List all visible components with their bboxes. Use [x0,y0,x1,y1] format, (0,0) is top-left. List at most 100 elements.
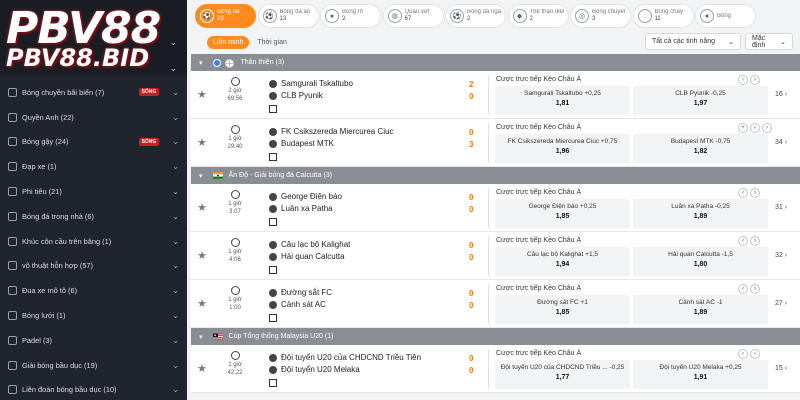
chevron-down-icon[interactable]: ⌄ [169,37,177,48]
chevron-down-icon[interactable]: ⌄ [172,212,179,221]
odds-button-away[interactable]: Budapest MTK -0,75 1,82 [633,134,768,163]
sidebar-item[interactable]: Khúc côn cầu trên băng (1) ⌄ [0,229,187,254]
tab-time[interactable]: Thời gian [251,36,293,49]
chevron-down-icon[interactable]: ⌄ [172,311,179,320]
sort-select[interactable]: Mặc định ⌄ [745,33,793,50]
chevron-down-icon[interactable]: ⌄ [172,162,179,171]
star-icon[interactable]: ★ [197,136,207,149]
feature-filter-select[interactable]: Tất cả các tỉnh năng ⌄ [645,33,741,50]
sidebar-item[interactable]: Bóng lưới (1) ⌄ [0,303,187,328]
more-markets-link[interactable]: 32 › [775,252,787,259]
chevron-down-icon[interactable]: ⌄ [172,361,179,370]
home-team[interactable]: Samgurali Tskaltubo [269,79,353,88]
sidebar-item[interactable]: Bóng chuyền bãi biển (7) SỐNG ⌄ [0,80,187,105]
sport-tab[interactable]: ◆Thể thao điện tử2 [507,4,569,28]
chevron-down-icon[interactable]: ▾ [199,333,203,341]
odds-button-home[interactable]: Đội tuyển U20 của CHDCND Triều ... -0,25… [495,360,630,389]
chevron-right-icon[interactable]: › [750,75,760,85]
chevron-down-icon[interactable]: ▾ [199,59,203,67]
home-team[interactable]: FK Csikszereda Miercurea Ciuc [269,127,393,136]
chevron-left-icon[interactable]: ‹ [738,349,748,359]
star-icon[interactable]: ★ [197,297,207,310]
sport-tab[interactable]: ◌ Bóng chày 11 [632,4,694,28]
odds-button-away[interactable]: CLB Pyunik -0,25 1,97 [633,86,768,115]
odds-button-home[interactable]: FK Csikszereda Miercurea Ciuc +0,75 1,96 [495,134,630,163]
home-team[interactable]: George Điện báo [269,192,342,201]
chevron-right-icon[interactable]: › [762,123,772,133]
more-markets-link[interactable]: 15 › [775,365,787,372]
chevron-down-icon[interactable]: ⌄ [172,336,179,345]
chevron-left-icon[interactable]: ‹ [738,75,748,85]
odds-button-home[interactable]: Đường sắt FC +1 1,85 [495,295,630,324]
home-team[interactable]: Đường sắt FC [269,288,332,297]
chevron-down-icon[interactable]: ⌄ [172,113,179,122]
more-markets-link[interactable]: 16 › [775,91,787,98]
sidebar-item[interactable]: Bóng đá trong nhà (6) ⌄ [0,204,187,229]
sport-tab[interactable]: ⚽ Bóng đá 29 [195,4,256,28]
stats-icon[interactable] [269,379,277,387]
sidebar-item[interactable]: Padel (3) ⌄ [0,328,187,353]
away-team[interactable]: Hải quan Calcutta [269,252,345,261]
sport-tab[interactable]: ● Bóng [695,4,756,28]
away-team[interactable]: CLB Pyunik [269,91,323,100]
league-header[interactable]: ▾ Ấn Độ - Giải bóng đá Calcutta (3) [191,167,800,184]
tab-league[interactable]: Liên minh [207,36,250,49]
sport-tab[interactable]: ◎ Bóng chuyền 3 [570,4,631,28]
odds-button-home[interactable]: Samgurali Tskaltubo +0,25 1,81 [495,86,630,115]
chevron-right-icon[interactable]: › [750,188,760,198]
chevron-down-icon[interactable]: ⌄ [172,137,179,146]
league-header[interactable]: ▾ Cúp Tổng thống Malaysia U20 (1) [191,328,800,345]
odds-button-away[interactable]: Luân xa Patha -0,25 1,89 [633,199,768,228]
stats-icon[interactable] [269,153,277,161]
sidebar-item[interactable]: Đua xe mô tô (6) ⌄ [0,278,187,303]
more-markets-link[interactable]: 31 › [775,204,787,211]
sport-tab[interactable]: ⚽ Bóng đá ảo 13 [257,4,319,28]
stats-icon[interactable] [269,314,277,322]
star-icon[interactable]: ★ [197,201,207,214]
plus-icon[interactable]: + [738,123,748,133]
stats-icon[interactable] [269,266,277,274]
sidebar-item[interactable]: Liên đoàn bóng bầu dục (10) ⌄ [0,378,187,400]
odds-button-away[interactable]: Hải quan Calcutta -1,5 1,80 [633,247,768,276]
chevron-down-icon[interactable]: ⌄ [172,88,179,97]
star-icon[interactable]: ★ [197,88,207,101]
chevron-down-icon[interactable]: ⌄ [172,237,179,246]
chevron-down-icon[interactable]: ▾ [199,172,203,180]
away-team[interactable]: Budapest MTK [269,139,334,148]
more-markets-link[interactable]: 27 › [775,300,787,307]
home-team[interactable]: Câu lạc bộ Kalighat [269,240,350,249]
sport-tab[interactable]: ⚽ Bóng đá ngắn 2 [445,4,506,28]
chevron-left-icon[interactable]: ‹ [738,188,748,198]
odds-button-away[interactable]: Cảnh sát AC -1 1,89 [633,295,768,324]
odds-button-home[interactable]: Câu lạc bộ Kalighat +1,5 1,94 [495,247,630,276]
stats-icon[interactable] [269,218,277,226]
sport-tab[interactable]: ◍ Quần vợt 67 [382,4,444,28]
sidebar-item[interactable]: Quyền Anh (22) ⌄ [0,105,187,130]
away-team[interactable]: Luân xa Patha [269,204,333,213]
away-team[interactable]: Cảnh sát AC [269,300,326,309]
stats-icon[interactable] [269,105,277,113]
chevron-right-icon[interactable]: › [750,349,760,359]
star-icon[interactable]: ★ [197,362,207,375]
chevron-down-icon[interactable]: ⌄ [172,286,179,295]
chevron-right-icon[interactable]: › [750,236,760,246]
sidebar-item[interactable]: Đạp xe (1) ⌄ [0,154,187,179]
chevron-left-icon[interactable]: ‹ [738,236,748,246]
chevron-down-icon[interactable]: ⌄ [169,63,177,74]
away-team[interactable]: Đội tuyển U20 Melaka [269,365,360,374]
sidebar-item[interactable]: Phi tiêu (21) ⌄ [0,179,187,204]
chevron-right-icon[interactable]: › [750,284,760,294]
sidebar-item[interactable]: Giải bóng bầu dục (19) ⌄ [0,353,187,378]
logo[interactable]: PBV88 PBV88.BID ⌄ ⌄ [0,0,187,75]
chevron-left-icon[interactable]: ‹ [738,284,748,294]
chevron-left-icon[interactable]: ‹ [750,123,760,133]
home-team[interactable]: Đội tuyển U20 của CHDCND Triều Tiên [269,353,421,362]
league-header[interactable]: ▾ Thân thiện (3) [191,54,800,71]
chevron-down-icon[interactable]: ⌄ [172,385,179,394]
more-markets-link[interactable]: 34 › [775,139,787,146]
chevron-down-icon[interactable]: ⌄ [172,261,179,270]
sport-tab[interactable]: ● Bóng rổ 2 [320,4,381,28]
chevron-down-icon[interactable]: ⌄ [172,187,179,196]
odds-button-home[interactable]: George Điện báo +0,25 1,85 [495,199,630,228]
sidebar-item[interactable]: Bóng gậy (24) SỐNG ⌄ [0,130,187,155]
